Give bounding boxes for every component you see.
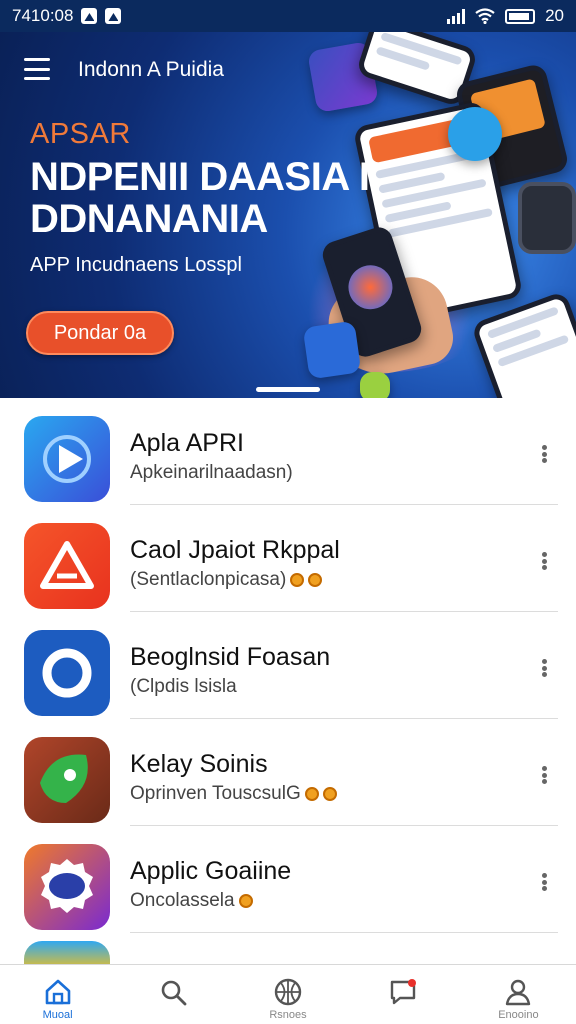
home-icon: [45, 979, 70, 1005]
more-options-button[interactable]: [532, 763, 556, 787]
wifi-icon: [475, 8, 495, 24]
status-left: 7410:08: [12, 6, 122, 26]
hero-app-tile-icon: [448, 107, 502, 161]
rating-badge-icon: [290, 573, 305, 587]
app-subtitle: (Sentlaclonpicasa): [130, 569, 323, 591]
app-name: Kelay Soinis: [130, 750, 268, 778]
hero-watch-illustration: [518, 182, 576, 254]
list-item[interactable]: Caol Jpaiot Rkppal (Sentlaclonpicasa): [0, 505, 576, 612]
nav-messages[interactable]: [346, 965, 461, 1024]
app-name: Applic Goaiine: [130, 857, 292, 885]
app-subtitle: Oprinven TouscsulG: [130, 783, 337, 805]
hero-headline: NDPENII DAASIA I DDNANANIA: [30, 155, 370, 241]
nav-home[interactable]: Muoal: [0, 965, 115, 1024]
message-icon: [391, 979, 417, 1005]
nav-profile[interactable]: Enooino: [461, 965, 576, 1024]
nav-search[interactable]: [115, 965, 230, 1024]
profile-icon: [506, 979, 531, 1006]
list-item[interactable]: Kelay Soinis Oprinven TouscsulG: [0, 719, 576, 826]
hero-app-tile-icon: [360, 372, 390, 398]
notification-icon: [81, 8, 98, 24]
app-subtitle: Apkeinarilnaadasn): [130, 462, 293, 484]
list-item[interactable]: Apla APRI Apkeinarilnaadasn): [0, 398, 576, 505]
nav-label: Enooino: [498, 1009, 539, 1021]
app-subtitle-text: Oprinven TouscsulG: [130, 783, 301, 804]
app-subtitle-text: Oncolassela: [130, 890, 235, 911]
hero-banner[interactable]: Indonn A Puidia APSAR NDPENII DAASIA I D…: [0, 32, 576, 398]
signal-icon: [447, 8, 466, 24]
search-icon: [161, 980, 187, 1006]
more-options-button[interactable]: [532, 656, 556, 680]
hero-app-tile-icon: [302, 320, 362, 380]
app-name: Apla APRI: [130, 429, 244, 457]
bottom-nav: Muoal Rsnoes Enooino: [0, 964, 576, 1024]
status-right: 20: [447, 6, 564, 26]
rating-badge-icon: [304, 787, 319, 801]
hero-subtitle: APP Incudnaens Losspl: [30, 254, 243, 276]
list-item[interactable]: Beoglnsid Foasan (Clpdis lsisla: [0, 612, 576, 719]
nav-label: Muoal: [42, 1009, 73, 1021]
globe-icon: [274, 978, 302, 1006]
nav-label: Rsnoes: [269, 1009, 307, 1021]
leaf-icon: [24, 737, 110, 823]
app-name: Beoglnsid Foasan: [130, 643, 331, 671]
rating-badge-icon: [322, 787, 337, 801]
badge-logo-icon: [24, 844, 110, 930]
more-options-button[interactable]: [532, 442, 556, 466]
carousel-indicator[interactable]: [256, 387, 320, 392]
menu-button[interactable]: [24, 58, 50, 80]
app-name: Caol Jpaiot Rkppal: [130, 536, 340, 564]
app-subtitle: Oncolassela: [130, 890, 253, 912]
app-title: Indonn A Puidia: [78, 58, 224, 81]
app-list: Apla APRI Apkeinarilnaadasn) Caol Jpaiot…: [0, 398, 576, 933]
battery-icon: [505, 8, 536, 24]
more-options-button[interactable]: [532, 870, 556, 894]
app-notification-icon: [105, 8, 122, 24]
triangle-logo-icon: [24, 523, 110, 609]
status-bar: 7410:08 20: [0, 0, 576, 32]
rating-badge-icon: [238, 894, 253, 908]
status-time: 7410:08: [12, 6, 74, 25]
row-divider: [130, 932, 558, 933]
app-subtitle-text: (Clpdis lsisla: [130, 676, 237, 697]
battery-level: 20: [545, 6, 564, 25]
more-options-button[interactable]: [532, 549, 556, 573]
rating-badge-icon: [308, 573, 323, 587]
app-subtitle: (Clpdis lsisla: [130, 676, 237, 698]
ring-icon: [24, 630, 110, 716]
play-icon: [24, 416, 110, 502]
app-subtitle-text: Apkeinarilnaadasn): [130, 462, 293, 483]
hero-cta-button[interactable]: Pondar 0a: [26, 311, 174, 355]
nav-globe[interactable]: Rsnoes: [230, 965, 345, 1024]
hero-kicker: APSAR: [30, 118, 131, 150]
menu-icon: [24, 58, 50, 61]
app-subtitle-text: (Sentlaclonpicasa): [130, 569, 287, 590]
list-item[interactable]: Applic Goaiine Oncolassela: [0, 826, 576, 933]
